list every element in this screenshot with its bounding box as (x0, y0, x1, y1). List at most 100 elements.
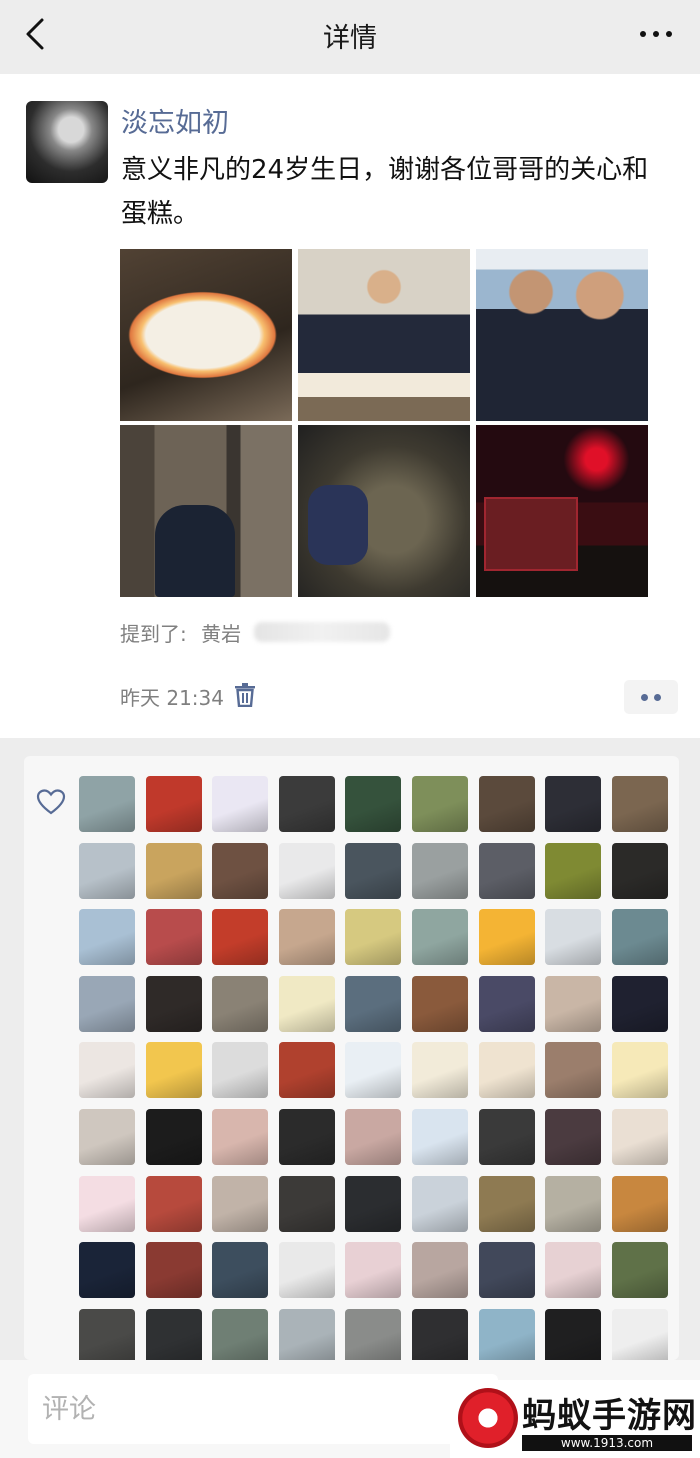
liker-avatar[interactable] (212, 909, 269, 966)
photo-grid (120, 249, 651, 597)
liker-avatar[interactable] (545, 1042, 602, 1099)
liker-avatar[interactable] (278, 975, 335, 1032)
liker-avatar[interactable] (345, 842, 402, 899)
liker-avatar[interactable] (478, 1108, 535, 1165)
liker-avatar[interactable] (411, 776, 468, 832)
liker-avatar[interactable] (411, 1175, 468, 1232)
liker-avatar[interactable] (278, 1308, 335, 1360)
mention-label: 提到了: (120, 622, 187, 646)
trash-icon[interactable] (234, 683, 256, 707)
liker-avatar[interactable] (478, 776, 535, 832)
liker-avatar[interactable] (79, 909, 135, 966)
liker-avatar[interactable] (278, 776, 335, 832)
liker-avatar[interactable] (145, 975, 202, 1032)
liker-avatar[interactable] (278, 1042, 335, 1099)
liker-avatar[interactable] (345, 776, 402, 832)
fire-truck-night-photo[interactable] (476, 425, 648, 597)
liker-avatar[interactable] (345, 1308, 402, 1360)
mention-name[interactable]: 黄岩 (201, 622, 241, 646)
liker-avatar[interactable] (79, 842, 135, 899)
liker-avatar[interactable] (545, 909, 602, 966)
liker-avatar[interactable] (278, 1242, 335, 1299)
liker-avatar[interactable] (212, 1042, 269, 1099)
liker-avatar[interactable] (278, 1108, 335, 1165)
author-name[interactable]: 淡忘如初 (121, 101, 229, 140)
liker-avatar[interactable] (411, 909, 468, 966)
liker-avatar[interactable] (411, 975, 468, 1032)
liker-avatar[interactable] (345, 1175, 402, 1232)
liker-avatar[interactable] (278, 1175, 335, 1232)
liker-avatar[interactable] (278, 909, 335, 966)
liker-avatar[interactable] (278, 842, 335, 899)
liker-avatar[interactable] (478, 1308, 535, 1360)
liker-avatar[interactable] (411, 1242, 468, 1299)
liker-avatar[interactable] (145, 1108, 202, 1165)
liker-avatar[interactable] (79, 776, 135, 832)
liker-avatar[interactable] (478, 1175, 535, 1232)
liker-avatar[interactable] (145, 1242, 202, 1299)
liker-avatar[interactable] (145, 1175, 202, 1232)
liker-avatar[interactable] (212, 776, 269, 832)
liker-avatar[interactable] (411, 842, 468, 899)
boots-on-ground-photo[interactable] (298, 425, 470, 597)
liker-avatar[interactable] (545, 842, 602, 899)
liker-avatar[interactable] (345, 909, 402, 966)
liker-avatar[interactable] (345, 975, 402, 1032)
liker-avatar[interactable] (611, 909, 668, 966)
liker-avatar[interactable] (212, 842, 269, 899)
liker-avatar[interactable] (545, 1108, 602, 1165)
post-text: 意义非凡的24岁生日，谢谢各位哥哥的关心和蛋糕。 (121, 155, 649, 229)
liker-avatar[interactable] (411, 1308, 468, 1360)
liker-avatar[interactable] (545, 1308, 602, 1360)
liker-avatar[interactable] (478, 1042, 535, 1099)
officers-at-doorway-photo[interactable] (120, 425, 292, 597)
liker-avatar[interactable] (611, 1042, 668, 1099)
officer-with-cake-photo[interactable] (298, 249, 470, 421)
liker-avatar[interactable] (345, 1242, 402, 1299)
like-avatar-grid (79, 776, 668, 1360)
liker-avatar[interactable] (212, 1175, 269, 1232)
liker-avatar[interactable] (478, 975, 535, 1032)
comment-input[interactable] (28, 1374, 498, 1444)
liker-avatar[interactable] (79, 1308, 135, 1360)
liker-avatar[interactable] (611, 1308, 668, 1360)
moments-post: 淡忘如初 意义非凡的24岁生日，谢谢各位哥哥的关心和蛋糕。 提到了: 黄岩 昨天… (0, 74, 700, 738)
liker-avatar[interactable] (478, 909, 535, 966)
liker-avatar[interactable] (145, 909, 202, 966)
liker-avatar[interactable] (79, 1042, 135, 1099)
liker-avatar[interactable] (145, 842, 202, 899)
liker-avatar[interactable] (79, 1242, 135, 1299)
liker-avatar[interactable] (411, 1042, 468, 1099)
liker-avatar[interactable] (79, 1175, 135, 1232)
liker-avatar[interactable] (79, 975, 135, 1032)
liker-avatar[interactable] (478, 842, 535, 899)
liker-avatar[interactable] (611, 842, 668, 899)
liker-avatar[interactable] (212, 1242, 269, 1299)
liker-avatar[interactable] (478, 1242, 535, 1299)
liker-avatar[interactable] (145, 1042, 202, 1099)
liker-avatar[interactable] (145, 1308, 202, 1360)
liker-avatar[interactable] (545, 1242, 602, 1299)
liker-avatar[interactable] (345, 1042, 402, 1099)
author-avatar[interactable] (26, 101, 108, 183)
liker-avatar[interactable] (545, 776, 602, 832)
liker-avatar[interactable] (545, 975, 602, 1032)
like-comment-button[interactable] (624, 680, 678, 714)
liker-avatar[interactable] (212, 1308, 269, 1360)
two-officers-selfie-photo[interactable] (476, 249, 648, 421)
liker-avatar[interactable] (345, 1108, 402, 1165)
liker-avatar[interactable] (212, 1108, 269, 1165)
liker-avatar[interactable] (79, 1108, 135, 1165)
liker-avatar[interactable] (611, 1175, 668, 1232)
liker-avatar[interactable] (212, 975, 269, 1032)
liker-avatar[interactable] (611, 1108, 668, 1165)
liker-avatar[interactable] (611, 975, 668, 1032)
liker-avatar[interactable] (611, 776, 668, 832)
watermark-url: www.1913.com (522, 1435, 692, 1451)
liker-avatar[interactable] (545, 1175, 602, 1232)
more-options-icon[interactable] (640, 29, 672, 39)
liker-avatar[interactable] (611, 1242, 668, 1299)
birthday-cake-photo[interactable] (120, 249, 292, 421)
liker-avatar[interactable] (411, 1108, 468, 1165)
liker-avatar[interactable] (145, 776, 202, 832)
